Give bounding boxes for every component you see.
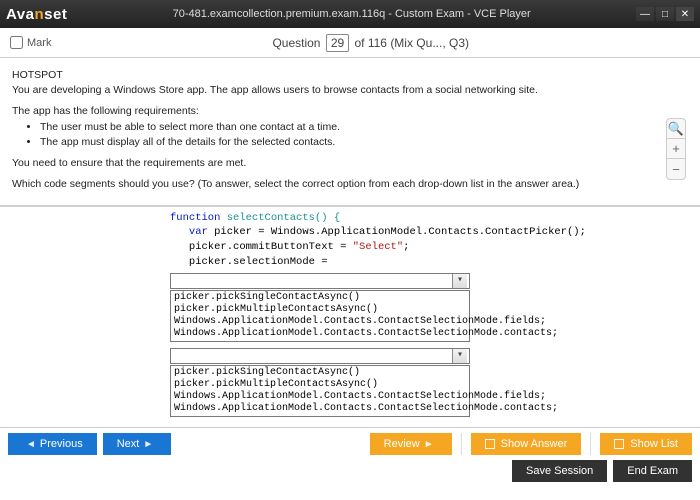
code-line: function selectContacts() { bbox=[170, 211, 688, 226]
chevron-right-icon: ► bbox=[424, 439, 434, 450]
question-header: Mark Question 29 of 116 (Mix Qu..., Q3) bbox=[0, 28, 700, 58]
answer-area: function selectContacts() { var picker =… bbox=[0, 207, 700, 422]
checkbox-icon bbox=[485, 439, 495, 449]
chevron-left-icon: ◄ bbox=[26, 439, 36, 450]
close-button[interactable]: ✕ bbox=[676, 7, 694, 21]
dropdown-1[interactable] bbox=[170, 273, 470, 289]
app-logo: Avanset bbox=[6, 6, 67, 23]
checkbox-icon bbox=[614, 439, 624, 449]
question-number: 29 bbox=[326, 34, 349, 52]
window-title: 70-481.examcollection.premium.exam.116q … bbox=[67, 8, 636, 20]
code-line: picker.commitButtonText = "Select"; bbox=[170, 240, 688, 255]
question-ensure: You need to ensure that the requirements… bbox=[12, 156, 640, 171]
window-buttons: — □ ✕ bbox=[636, 7, 694, 21]
search-icon[interactable]: 🔍 bbox=[667, 119, 685, 139]
titlebar: Avanset 70-481.examcollection.premium.ex… bbox=[0, 0, 700, 28]
review-button[interactable]: Review► bbox=[370, 433, 452, 455]
end-exam-button[interactable]: End Exam bbox=[613, 460, 692, 482]
dropdown-1-options[interactable]: picker.pickSingleContactAsync() picker.p… bbox=[170, 290, 470, 342]
maximize-button[interactable]: □ bbox=[656, 7, 674, 21]
dropdown-2[interactable] bbox=[170, 348, 470, 364]
previous-button[interactable]: ◄Previous bbox=[8, 433, 97, 455]
requirements-lead: The app has the following requirements: bbox=[12, 104, 640, 119]
footer: ◄Previous Next► Review► Show Answer Show… bbox=[0, 428, 700, 492]
question-counter: Question 29 of 116 (Mix Qu..., Q3) bbox=[51, 36, 690, 50]
zoom-in-button[interactable]: + bbox=[667, 139, 685, 159]
zoom-out-button[interactable]: − bbox=[667, 159, 685, 179]
dropdown-2-options[interactable]: picker.pickSingleContactAsync() picker.p… bbox=[170, 365, 470, 417]
mark-label: Mark bbox=[27, 37, 51, 49]
code-line: var picker = Windows.ApplicationModel.Co… bbox=[170, 225, 688, 240]
question-text: HOTSPOT You are developing a Windows Sto… bbox=[0, 58, 700, 207]
save-session-button[interactable]: Save Session bbox=[512, 460, 607, 482]
chevron-right-icon: ► bbox=[143, 439, 153, 450]
mark-checkbox[interactable] bbox=[10, 36, 23, 49]
show-answer-button[interactable]: Show Answer bbox=[471, 433, 582, 455]
zoom-controls: 🔍 + − bbox=[666, 118, 686, 180]
question-intro: You are developing a Windows Store app. … bbox=[12, 83, 640, 98]
next-button[interactable]: Next► bbox=[103, 433, 172, 455]
show-list-button[interactable]: Show List bbox=[600, 433, 692, 455]
requirement-1: The user must be able to select more tha… bbox=[40, 120, 640, 135]
mark-checkbox-wrap[interactable]: Mark bbox=[10, 36, 51, 49]
question-instruct: Which code segments should you use? (To … bbox=[12, 177, 640, 192]
hotspot-label: HOTSPOT bbox=[12, 68, 640, 83]
content-area: HOTSPOT You are developing a Windows Sto… bbox=[0, 58, 700, 428]
requirement-2: The app must display all of the details … bbox=[40, 135, 640, 150]
code-line: picker.selectionMode = bbox=[170, 255, 688, 270]
minimize-button[interactable]: — bbox=[636, 7, 654, 21]
